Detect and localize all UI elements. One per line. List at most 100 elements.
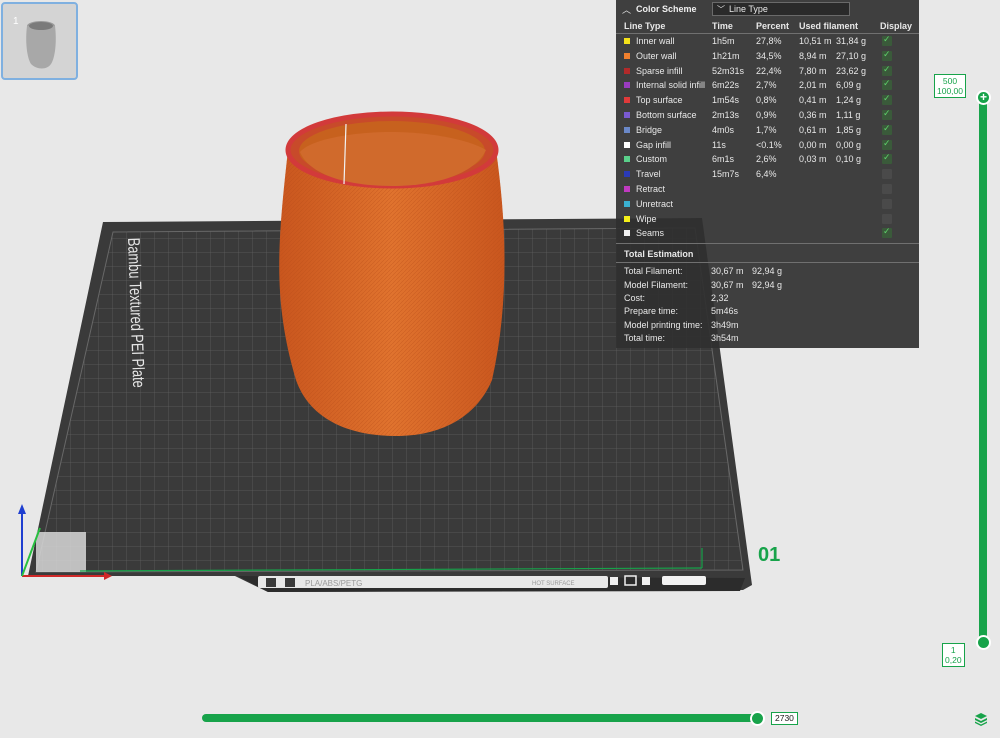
line-type-row: Outer wall 1h21m 34,5% 8,94 m 27,10 g [616, 49, 919, 64]
display-checkbox-icon[interactable] [882, 226, 892, 239]
display-checkbox-icon[interactable] [882, 213, 892, 224]
line-type-percent: 6,4% [756, 169, 777, 180]
total-label: Model Filament: [624, 279, 689, 290]
line-type-name: Wipe [636, 213, 657, 224]
line-type-row: Inner wall 1h5m 27,8% 10,51 m 31,84 g [616, 34, 919, 49]
line-type-time: 1h5m [712, 36, 735, 46]
line-type-time: 52m31s [712, 65, 745, 76]
col-used-filament: Used filament [799, 21, 859, 31]
display-checkbox-icon[interactable] [882, 198, 892, 209]
line-type-row: Top surface 1m54s 0,8% 0,41 m 1,24 g [616, 93, 919, 108]
layer-top-knob[interactable]: + [976, 90, 991, 105]
line-type-color-swatch [624, 215, 630, 222]
line-type-time: 4m0s [712, 124, 735, 135]
color-scheme-title: Color Scheme [636, 4, 697, 14]
line-type-length: 0,00 m [799, 139, 827, 150]
display-checkbox-icon[interactable] [882, 123, 892, 135]
move-slider-value: 2730 [771, 712, 798, 725]
plate-number: 01 [758, 544, 780, 566]
line-type-color-swatch [624, 171, 630, 178]
line-type-row: Unretract [616, 197, 919, 212]
line-type-color-swatch [624, 97, 630, 104]
line-type-name: Outer wall [636, 50, 677, 61]
line-type-weight: 6,09 g [836, 80, 862, 91]
line-type-color-swatch [624, 111, 630, 118]
line-type-name: Bridge [636, 124, 663, 135]
total-value: 5m46s [711, 306, 739, 317]
plate-surface-label: HOT SURFACE [532, 581, 575, 587]
line-type-weight: 0,00 g [836, 139, 862, 150]
line-type-weight: 0,10 g [836, 154, 862, 165]
move-slider-knob[interactable] [750, 711, 765, 726]
line-type-time: 11s [712, 139, 726, 150]
display-checkbox-icon[interactable] [882, 49, 892, 61]
line-type-name: Retract [636, 183, 666, 194]
color-scheme-select[interactable]: ﹀ Line Type [712, 2, 850, 16]
display-checkbox-icon[interactable] [882, 169, 892, 180]
total-label: Prepare time: [624, 306, 679, 317]
total-label: Total time: [624, 333, 666, 344]
total-estimation-row: Cost: 2,32 [616, 292, 919, 305]
printed-model[interactable] [279, 111, 505, 436]
display-checkbox-icon[interactable] [882, 34, 892, 46]
line-type-name: Unretract [636, 198, 674, 209]
line-type-name: Top surface [636, 95, 683, 106]
line-type-length: 10,51 m [799, 36, 832, 46]
total-estimation-row: Prepare time: 5m46s [616, 305, 919, 318]
layer-slider-track[interactable] [979, 95, 987, 643]
line-type-row: Gap infill 11s <0.1% 0,00 m 0,00 g [616, 138, 919, 153]
layers-icon[interactable] [974, 712, 988, 726]
display-checkbox-icon[interactable] [882, 152, 892, 165]
line-type-name: Travel [636, 169, 661, 180]
line-type-time: 1m54s [712, 95, 740, 106]
line-type-weight: 1,11 g [836, 109, 861, 120]
total-estimation-row: Total time: 3h54m [616, 332, 919, 345]
display-checkbox-icon[interactable] [882, 78, 892, 91]
total-extra: 92,94 g [752, 266, 783, 277]
line-type-percent: 0,8% [756, 95, 777, 106]
line-type-row: Travel 15m7s 6,4% [616, 167, 919, 182]
layer-bottom-number: 1 [950, 645, 956, 655]
line-type-weight: 1,24 g [836, 95, 862, 106]
line-type-percent: <0.1% [756, 139, 782, 150]
layer-top-number: 500 [942, 76, 958, 86]
line-type-length: 0,03 m [799, 154, 827, 165]
display-checkbox-icon[interactable] [882, 108, 892, 120]
total-extra: 92,94 g [752, 279, 783, 290]
line-type-table: Inner wall 1h5m 27,8% 10,51 m 31,84 g Outer w… [616, 34, 919, 241]
display-checkbox-icon[interactable] [882, 64, 892, 76]
display-checkbox-icon[interactable] [882, 93, 892, 106]
color-scheme-selected: Line Type [729, 4, 768, 14]
display-checkbox-icon[interactable] [882, 138, 892, 150]
layer-bottom-height: 0,20 [945, 655, 962, 665]
display-checkbox-icon[interactable] [882, 183, 892, 194]
move-slider-track[interactable] [202, 714, 762, 722]
line-type-name: Inner wall [636, 36, 675, 46]
line-type-time: 6m1s [712, 154, 735, 165]
col-line-type: Line Type [624, 21, 666, 31]
collapse-chevron-icon[interactable]: ︿ [622, 3, 636, 16]
line-type-percent: 2,7% [756, 80, 777, 91]
total-estimation-row: Model Filament: 30,67 m 92,94 g [616, 279, 919, 292]
plate-filament-label: PLA/ABS/PETG [305, 579, 362, 588]
line-type-percent: 2,6% [756, 154, 777, 165]
col-time: Time [712, 21, 733, 31]
line-type-name: Sparse infill [636, 65, 683, 76]
plate-thumbnail[interactable]: 1 [1, 2, 78, 80]
line-type-color-swatch [624, 200, 630, 207]
total-value: 30,67 m [711, 266, 744, 277]
total-label: Cost: [624, 292, 646, 303]
color-scheme-panel: ︿ Color Scheme ﹀ Line Type Line Type Tim… [616, 0, 919, 348]
line-type-color-swatch [624, 38, 630, 44]
total-estimation-row: Total Filament: 30,67 m 92,94 g [616, 265, 919, 278]
plus-icon: + [979, 90, 987, 104]
line-type-length: 0,36 m [799, 109, 827, 120]
line-type-percent: 27,8% [756, 36, 782, 46]
line-type-length: 7,80 m [799, 65, 827, 76]
layer-bottom-knob[interactable] [976, 635, 991, 650]
layer-top-label: 500 100,00 [934, 74, 966, 98]
total-value: 2,32 [711, 292, 729, 303]
total-estimation-title: Total Estimation [616, 244, 919, 264]
line-type-color-swatch [624, 141, 630, 148]
line-type-color-swatch [624, 67, 630, 74]
